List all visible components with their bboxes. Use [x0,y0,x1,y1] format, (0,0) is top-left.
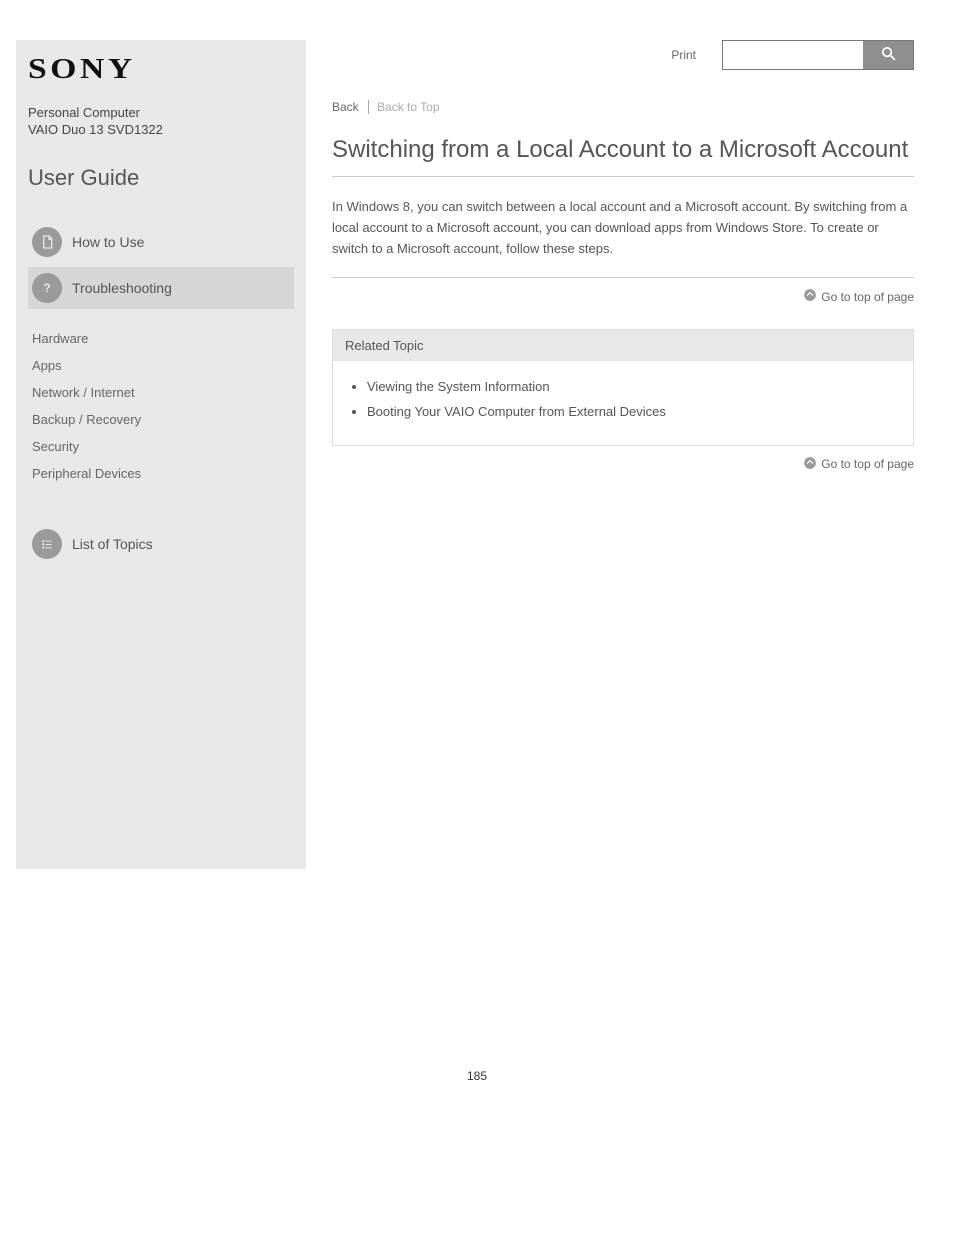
brand-logo: SONY [28,54,347,86]
related-topic-item[interactable]: Booting Your VAIO Computer from External… [367,400,883,425]
svg-text:?: ? [43,281,50,295]
product-name: Personal Computer [28,104,294,122]
nav-label: Troubleshooting [72,280,172,296]
search-button[interactable] [863,41,913,69]
subnav-backup[interactable]: Backup / Recovery [30,406,294,433]
nav-troubleshooting[interactable]: ? Troubleshooting [28,267,294,309]
search [722,40,914,70]
go-to-top-link[interactable]: Go to top of page [332,456,914,473]
subnav-apps[interactable]: Apps [30,352,294,379]
breadcrumb: Back Back to Top [332,100,914,114]
product-model: VAIO Duo 13 SVD1322 [28,122,294,137]
subnav-network[interactable]: Network / Internet [30,379,294,406]
nav-how-to-use[interactable]: How to Use [28,221,294,263]
search-input[interactable] [723,41,863,69]
subnav: Hardware Apps Network / Internet Backup … [30,325,294,487]
related-topic-box: Related Topic Viewing the System Informa… [332,329,914,445]
article-body: In Windows 8, you can switch between a l… [332,197,914,278]
go-to-top-link[interactable]: Go to top of page [332,288,914,305]
subnav-security[interactable]: Security [30,433,294,460]
go-to-top-label: Go to top of page [821,457,914,471]
page-number: 185 [0,869,954,1113]
go-to-top-label: Go to top of page [821,290,914,304]
breadcrumb-back-to-top[interactable]: Back to Top [368,100,445,114]
nav-list-of-topics[interactable]: List of Topics [28,523,294,565]
related-topic-item[interactable]: Viewing the System Information [367,375,883,400]
sidebar: SONY Personal Computer VAIO Duo 13 SVD13… [16,40,306,869]
document-icon [32,227,62,257]
related-topic-header: Related Topic [333,330,913,361]
user-guide-title: User Guide [28,165,294,191]
subnav-hardware[interactable]: Hardware [30,325,294,352]
product-block: Personal Computer VAIO Duo 13 SVD1322 [28,104,294,137]
breadcrumb-back[interactable]: Back [332,100,359,114]
arrow-up-icon [803,456,821,473]
subnav-peripheral[interactable]: Peripheral Devices [30,460,294,487]
search-icon [880,45,897,65]
print-link[interactable]: Print [671,48,696,62]
nav-label: How to Use [72,234,144,250]
question-icon: ? [32,273,62,303]
list-icon [32,529,62,559]
page-title: Switching from a Local Account to a Micr… [332,136,914,177]
main-content: Print Back Back to Top Switching from a … [306,40,914,869]
nav-label: List of Topics [72,536,153,552]
top-bar: Print [332,40,914,70]
related-topic-list: Viewing the System Information Booting Y… [333,361,913,444]
arrow-up-icon [803,288,821,305]
